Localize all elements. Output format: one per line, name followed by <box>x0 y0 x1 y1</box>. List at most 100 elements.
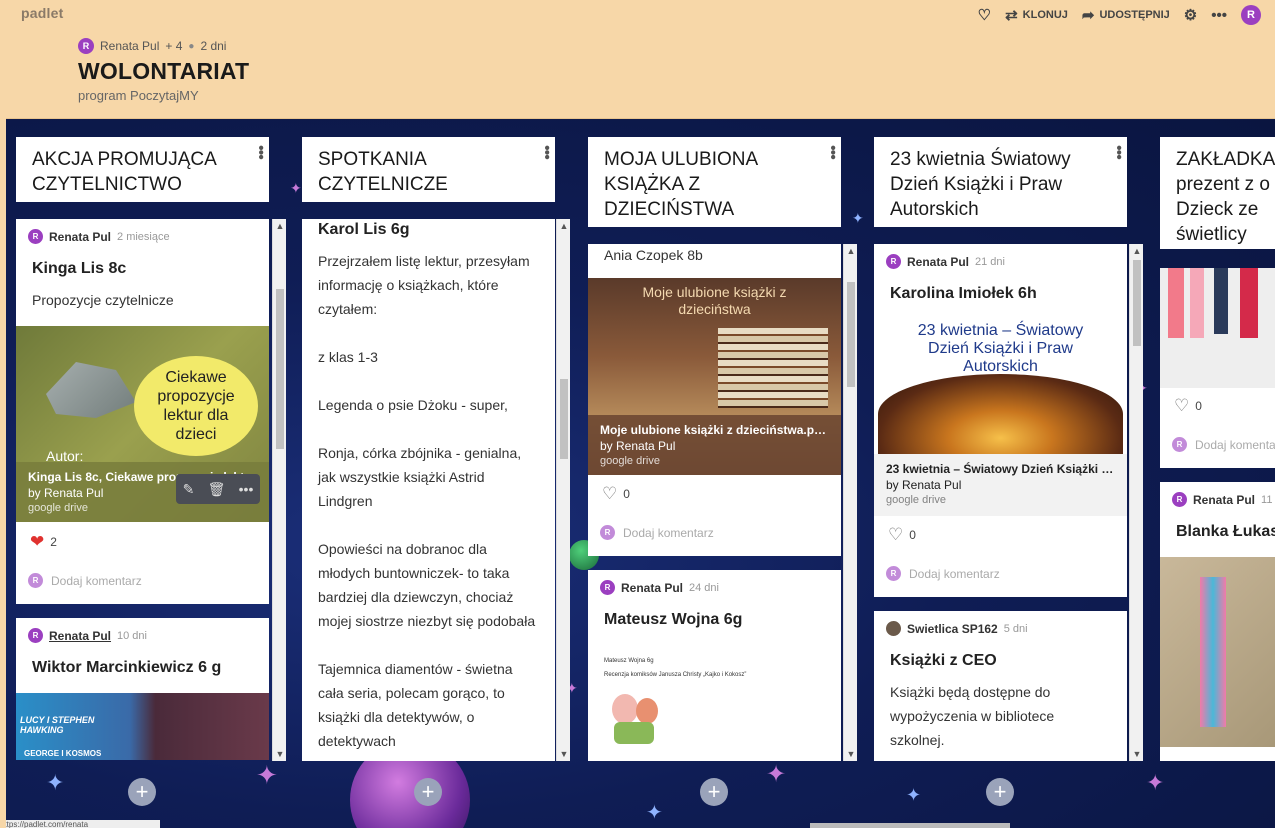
post-author[interactable]: Renata Pul <box>907 255 969 269</box>
padlet-logo[interactable]: padlet <box>21 5 63 21</box>
author-avatar[interactable]: R <box>886 254 901 269</box>
scroll-down-icon[interactable]: ▼ <box>844 749 858 759</box>
attachment-preview[interactable]: 23 kwietnia – Światowy Dzień Książki i P… <box>874 316 1127 516</box>
gear-icon[interactable]: ⚙ <box>1184 6 1197 24</box>
attachment-preview[interactable] <box>1160 557 1275 747</box>
like-button[interactable]: ♡ 0 <box>602 484 630 504</box>
book-cover-text: GEORGE I KOSMOS <box>24 749 102 758</box>
post-author[interactable]: Swietlica SP162 <box>907 622 998 636</box>
add-post-button[interactable]: + <box>700 778 728 806</box>
column-scrollbar[interactable]: ▲ ▼ <box>1129 244 1143 761</box>
image-overlay-text: 23 kwietnia – Światowy Dzień Książki i P… <box>917 322 1084 375</box>
post-card[interactable]: R Renata Pul 21 dni Karolina Imiołek 6h … <box>874 244 1127 597</box>
author-name[interactable]: Renata Pul <box>100 39 159 53</box>
attachment-preview[interactable]: LUCY I STEPHEN HAWKING GEORGE I KOSMOS <box>16 693 269 760</box>
post-title: Wiktor Marcinkiewicz 6 g <box>32 659 222 676</box>
attachment-author: by Renata Pul <box>600 439 676 453</box>
add-comment[interactable]: R Dodaj komentarz <box>886 566 1000 581</box>
kebab-menu-icon[interactable]: ••• <box>824 145 841 159</box>
add-post-button[interactable]: + <box>128 778 156 806</box>
more-icon[interactable]: ••• <box>239 481 254 497</box>
author-avatar[interactable]: R <box>1172 492 1187 507</box>
post-author[interactable]: Renata Pul <box>621 581 683 595</box>
kebab-menu-icon[interactable]: ••• <box>252 145 269 159</box>
column-header[interactable]: AKCJA PROMUJĄCA CZYTELNICTWO ••• <box>16 137 269 202</box>
post-card[interactable]: R Renata Pul 24 dni Mateusz Wojna 6g Mat… <box>588 570 841 761</box>
column-scrollbar[interactable]: ▲ ▼ <box>556 219 570 761</box>
commenter-avatar: R <box>600 525 615 540</box>
post-author[interactable]: Renata Pul <box>49 629 111 643</box>
like-button[interactable]: ❤ 2 <box>30 532 57 552</box>
column-scrollbar[interactable]: ▲ ▼ <box>843 244 857 761</box>
scroll-down-icon[interactable]: ▼ <box>273 749 287 759</box>
scroll-thumb[interactable] <box>560 379 568 459</box>
post-author[interactable]: Renata Pul <box>49 230 111 244</box>
heart-icon[interactable]: ♡ <box>978 6 991 24</box>
share-button[interactable]: ➦ UDOSTĘPNIJ <box>1082 6 1170 24</box>
like-count: 0 <box>1195 399 1202 413</box>
add-comment[interactable]: R Dodaj komentarz <box>1172 437 1275 452</box>
post-body: Książki będą dostępne do wypożyczenia w … <box>890 684 1055 748</box>
add-comment[interactable]: R Dodaj komentarz <box>600 525 714 540</box>
column-header[interactable]: MOJA ULUBIONA KSIĄŻKA Z DZIECIŃSTWA ••• <box>588 137 841 227</box>
scroll-down-icon[interactable]: ▼ <box>557 749 571 759</box>
trash-icon[interactable]: 🗑 <box>208 481 226 498</box>
post-card[interactable]: R Renata Pul 2 miesiące Kinga Lis 8c Pro… <box>16 219 269 604</box>
add-post-button[interactable]: + <box>986 778 1014 806</box>
scroll-thumb[interactable] <box>1133 260 1141 346</box>
board-title: WOLONTARIAT <box>78 58 250 84</box>
post-meta: R Renata Pul 24 dni <box>588 570 841 595</box>
kebab-menu-icon[interactable]: ••• <box>538 145 555 159</box>
kebab-menu-icon[interactable]: ••• <box>1110 145 1127 159</box>
column-scrollbar[interactable]: ▲ ▼ <box>272 219 286 761</box>
post-card[interactable]: Swietlica SP162 5 dni Książki z CEO Ksią… <box>874 611 1127 761</box>
comic-characters-image <box>606 688 666 748</box>
attachment-preview[interactable]: Moje ulubione książki z dzieciństwa Moje… <box>588 278 841 475</box>
add-comment[interactable]: R Dodaj komentarz <box>28 573 142 588</box>
share-arrow-icon: ➦ <box>1081 7 1095 24</box>
contributors-count[interactable]: + 4 <box>165 39 182 53</box>
post-card[interactable]: R Renata Pul 10 dni Wiktor Marcinkiewicz… <box>16 618 269 760</box>
column-header[interactable]: ZAKŁADKA prezent z o Dnia Dzieck ze świe… <box>1160 137 1275 249</box>
clone-button[interactable]: ⇄ KLONUJ <box>1005 6 1068 24</box>
scroll-up-icon[interactable]: ▲ <box>844 246 858 256</box>
scroll-up-icon[interactable]: ▲ <box>1130 246 1144 256</box>
author-avatar[interactable]: R <box>78 38 94 54</box>
post-card[interactable]: R Renata Pul 11 d Blanka Łukasi <box>1160 482 1275 761</box>
origami-turtle-image <box>46 362 136 418</box>
like-button[interactable]: ♡ 0 <box>888 525 916 545</box>
post-card[interactable]: Ania Czopek 8b Moje ulubione książki z d… <box>588 244 841 556</box>
like-count: 0 <box>909 528 916 542</box>
author-avatar[interactable]: R <box>28 628 43 643</box>
post-body: Ania Czopek 8b <box>604 247 703 263</box>
horizontal-scrollbar[interactable] <box>810 823 1010 828</box>
more-icon[interactable]: ••• <box>1211 7 1227 24</box>
user-avatar[interactable]: R <box>1241 5 1261 25</box>
post-author[interactable]: Renata Pul <box>1193 493 1255 507</box>
post-card[interactable]: ♡ 0 R Dodaj komentarz <box>1160 268 1275 468</box>
attachment-preview[interactable] <box>1160 268 1275 388</box>
post-title: Karolina Imiołek 6h <box>890 285 1037 302</box>
scroll-thumb[interactable] <box>276 289 284 449</box>
post-time: 5 dni <box>1003 622 1028 635</box>
author-avatar[interactable]: R <box>28 229 43 244</box>
scroll-up-icon[interactable]: ▲ <box>557 221 571 231</box>
scroll-up-icon[interactable]: ▲ <box>273 221 287 231</box>
image-overlay-text: Moje ulubione książki z dzieciństwa <box>642 284 787 317</box>
post-body: Propozycje czytelnicze <box>32 292 174 308</box>
post-time: 24 dni <box>689 581 719 594</box>
commenter-avatar: R <box>1172 437 1187 452</box>
comment-placeholder: Dodaj komentarz <box>51 573 142 588</box>
column-header[interactable]: 23 kwietnia Światowy Dzień Książki i Pra… <box>874 137 1127 227</box>
add-post-button[interactable]: + <box>414 778 442 806</box>
column-header[interactable]: SPOTKANIA CZYTELNICZE ••• <box>302 137 555 202</box>
scroll-down-icon[interactable]: ▼ <box>1130 749 1144 759</box>
like-button[interactable]: ♡ 0 <box>1174 396 1202 416</box>
pencil-icon[interactable]: ✎ <box>183 481 195 498</box>
post-card[interactable]: Karol Lis 6g Przejrzałem listę lektur, p… <box>302 219 555 761</box>
star-icon: ✦ <box>766 761 787 788</box>
board-author-row: R Renata Pul + 4 ● 2 dni <box>78 38 226 54</box>
author-avatar[interactable] <box>886 621 901 636</box>
scroll-thumb[interactable] <box>847 282 855 387</box>
author-avatar[interactable]: R <box>600 580 615 595</box>
